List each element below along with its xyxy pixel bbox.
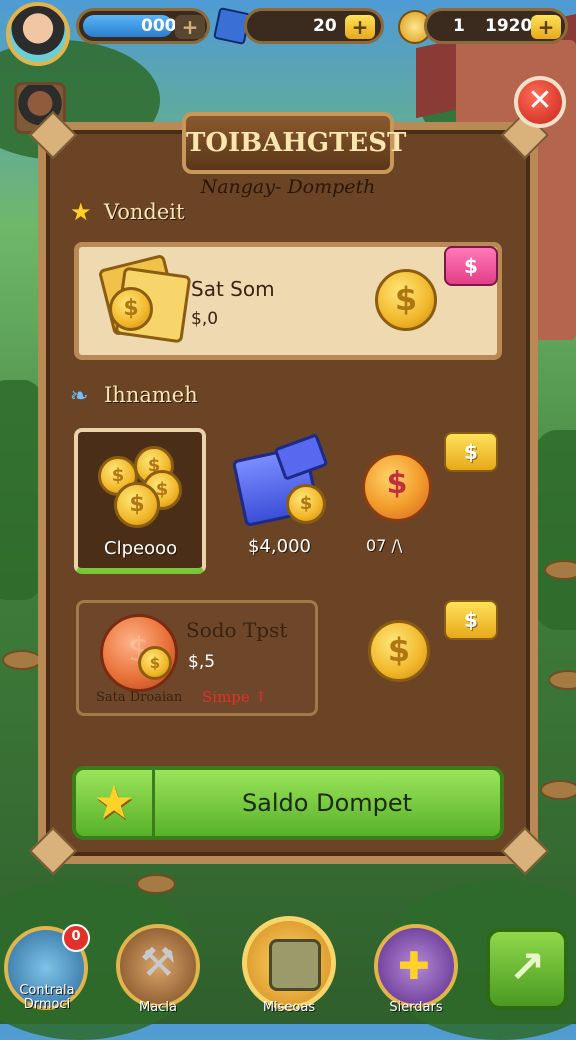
bundle-note-right: Simpe ↑ bbox=[202, 688, 268, 706]
chest-coin-icon: $ bbox=[286, 484, 326, 524]
cta-label: Saldo Dompet bbox=[241, 789, 413, 817]
nav-label-home: Contrala Drmoci bbox=[19, 983, 75, 1012]
gold-value: 1920 bbox=[485, 16, 533, 36]
player-avatar[interactable] bbox=[6, 2, 70, 66]
nav-button-settings[interactable]: ✚ bbox=[374, 924, 458, 1008]
star-icon: ★ bbox=[70, 198, 92, 226]
bundle-price: $,5 bbox=[188, 652, 216, 672]
offer-price-tag[interactable]: $ bbox=[444, 432, 498, 472]
featured-offer-card[interactable]: $ Sat Som $,0 $ bbox=[74, 242, 502, 360]
arrow-up-right-icon: ↗ bbox=[508, 942, 546, 993]
featured-item-title: Sat Som bbox=[191, 277, 275, 301]
puzzle-icon: ✚ bbox=[398, 944, 430, 988]
bundle-small-coin-icon: $ bbox=[138, 646, 172, 680]
gems-add-button[interactable]: + bbox=[345, 15, 375, 39]
nav-button-tools[interactable]: ⚒ bbox=[116, 924, 200, 1008]
nav-label-tools: Macla bbox=[139, 1000, 177, 1015]
close-button[interactable]: ✕ bbox=[514, 76, 566, 128]
saldo-dompet-button[interactable]: ★ Saldo Dompet bbox=[72, 766, 504, 840]
offer-slot-coins[interactable]: $ $ $ $ Clpeooo bbox=[74, 428, 206, 574]
top-resource-bar: 000 + 20 + 1 1920 + bbox=[0, 0, 576, 66]
gems-value: 20 bbox=[313, 16, 337, 36]
star-icon: ★ bbox=[76, 770, 155, 836]
bundle-note-left: Sata Droaian bbox=[96, 690, 183, 705]
notification-badge: 0 bbox=[62, 924, 90, 952]
featured-price-tag[interactable]: $ bbox=[444, 246, 498, 286]
nav-label-shop: Miseoas bbox=[262, 1000, 316, 1015]
bundle-title: Sodo Tpst bbox=[186, 618, 288, 642]
offers-section-label: Ihnameh bbox=[104, 383, 198, 407]
energy-meter: 000 + bbox=[76, 8, 210, 44]
nav-button-shop[interactable] bbox=[242, 916, 336, 1010]
leaf-icon: ❧ bbox=[70, 384, 89, 409]
gold-level: 1 bbox=[453, 16, 465, 36]
red-dollar-coin-icon: $ bbox=[362, 452, 432, 522]
offer-label: $4,000 bbox=[248, 536, 311, 557]
barrel-icon bbox=[269, 939, 321, 991]
offer-label: 07 /\ bbox=[366, 536, 403, 555]
gold-add-button[interactable]: + bbox=[531, 15, 561, 39]
gold-counter: 1 1920 + bbox=[424, 8, 568, 44]
panel-subtitle: Nangay- Dompeth bbox=[200, 176, 376, 198]
offer-label: Clpeooo bbox=[104, 538, 178, 559]
featured-item-price: $,0 bbox=[191, 309, 219, 329]
bundle-coin-icon: $ bbox=[368, 620, 430, 682]
featured-section-label: Vondeit bbox=[104, 200, 185, 224]
gems-counter: 20 + bbox=[244, 8, 384, 44]
featured-coin-icon: $ bbox=[375, 269, 437, 331]
energy-value: 000 bbox=[141, 16, 177, 36]
next-arrow-button[interactable]: ↗ bbox=[486, 928, 568, 1010]
bundle-price-tag[interactable]: $ bbox=[444, 600, 498, 640]
nav-label-settings: Sierdars bbox=[389, 1000, 443, 1015]
panel-title: TOIBAHGTEST bbox=[182, 112, 406, 174]
wrench-icon: ⚒ bbox=[140, 940, 176, 986]
energy-add-button[interactable]: + bbox=[175, 15, 205, 39]
